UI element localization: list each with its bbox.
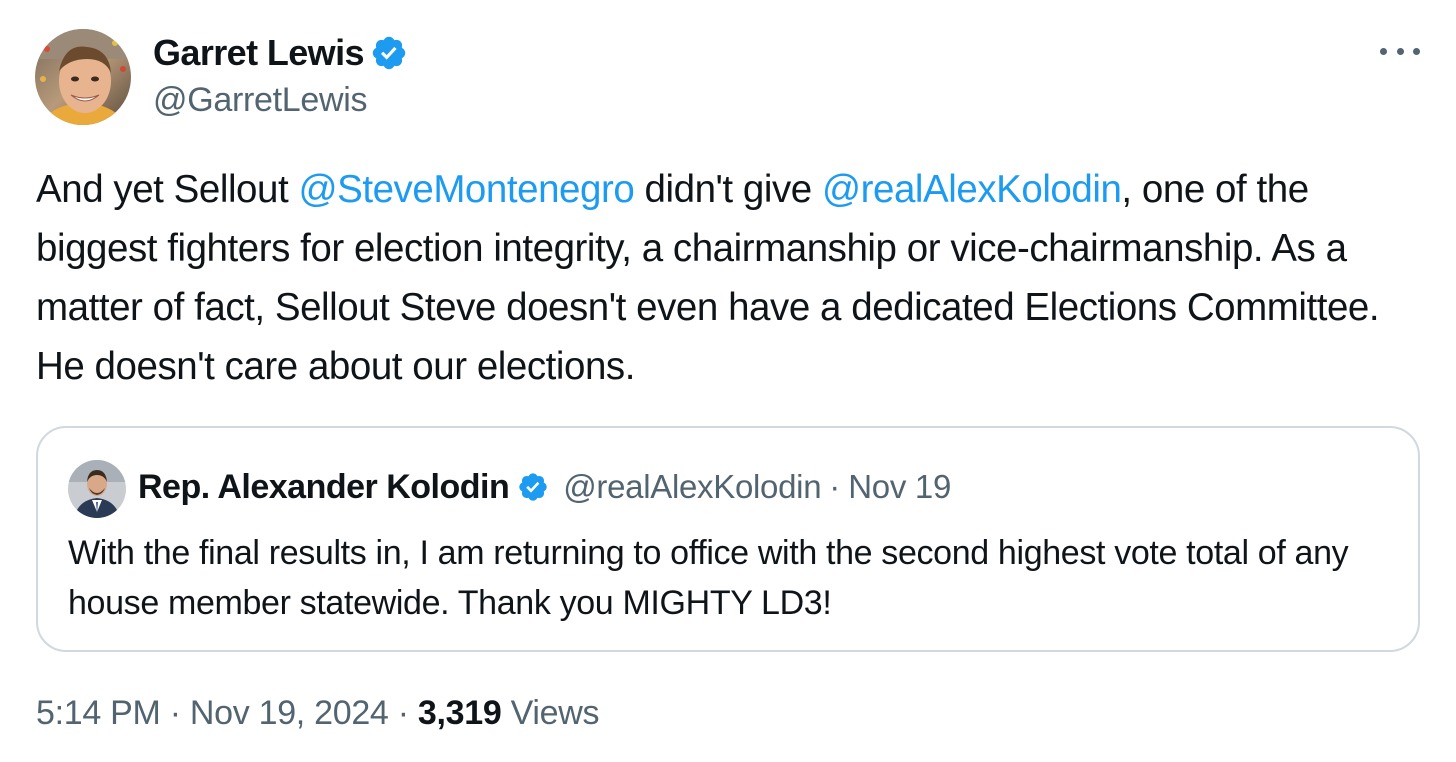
author-name-row: Garret Lewis [153, 31, 408, 75]
separator-dot: · [169, 694, 181, 732]
tweet-date[interactable]: Nov 19, 2024 [190, 694, 389, 732]
tweet-text-segment: didn't give [634, 168, 822, 211]
author-name[interactable]: Garret Lewis [153, 32, 365, 74]
tweet-time[interactable]: 5:14 PM [36, 694, 161, 732]
dot [1396, 47, 1404, 55]
quoted-author-name[interactable]: Rep. Alexander Kolodin [138, 468, 510, 507]
views-label: Views [510, 694, 600, 732]
quoted-author-handle[interactable]: @realAlexKolodin [563, 468, 821, 506]
tweet-text: And yet Sellout @SteveMontenegro didn't … [36, 160, 1426, 396]
verified-badge-icon [372, 36, 406, 70]
quoted-tweet-header: Rep. Alexander Kolodin @realAlexKolodin … [138, 462, 951, 512]
author-avatar[interactable] [35, 29, 131, 125]
mention-link[interactable]: @realAlexKolodin [822, 168, 1122, 211]
mention-link[interactable]: @SteveMontenegro [298, 168, 634, 211]
verified-badge-icon [519, 473, 547, 501]
dot [1413, 47, 1420, 55]
views-count: 3,319 [417, 694, 502, 732]
separator-dot: · [829, 468, 841, 505]
tweet: Garret Lewis @GarretLewis And yet Sellou… [0, 0, 1456, 762]
quoted-tweet-text: With the final results in, I am returnin… [68, 534, 1349, 622]
author-info: Garret Lewis @GarretLewis [153, 31, 408, 120]
quoted-tweet-date[interactable]: Nov 19 [848, 468, 951, 506]
separator-dot: · [397, 694, 409, 732]
quoted-tweet[interactable]: Rep. Alexander Kolodin @realAlexKolodin … [36, 426, 1420, 652]
tweet-meta: 5:14 PM · Nov 19, 2024 · 3,319 Views [36, 694, 600, 733]
quoted-author-avatar[interactable] [68, 460, 126, 518]
more-horizontal-icon[interactable] [1380, 36, 1420, 66]
dot [1380, 47, 1387, 55]
tweet-text-segment: And yet Sellout [36, 168, 299, 211]
author-handle[interactable]: @GarretLewis [153, 81, 408, 120]
